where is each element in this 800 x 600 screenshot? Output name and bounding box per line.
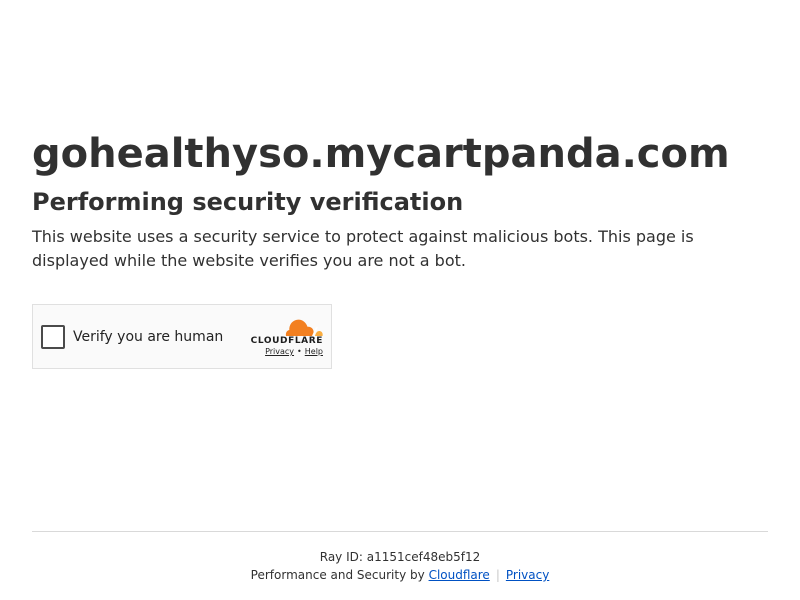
cloudflare-branding: CLOUDFLARE Privacy • Help [245,317,323,357]
cloudflare-cloud-icon [285,319,323,336]
verification-heading: Performing security verification [32,188,464,216]
footer-separator: | [495,568,500,582]
performance-text: Performance and Security by [250,568,425,582]
cloudflare-wordmark: CLOUDFLARE [250,336,323,346]
verification-description: This website uses a security service to … [32,227,694,270]
ray-id-label: Ray ID: [319,550,363,564]
verify-checkbox[interactable] [41,325,65,349]
footer-privacy-link[interactable]: Privacy [506,568,549,582]
footer-line: Performance and Security by Cloudflare | P… [0,567,800,583]
ray-id-value: a1151cef48eb5f12 [366,550,481,564]
turnstile-widget: Verify you are human CLOUDFLARE Privacy •… [32,304,332,369]
challenge-page: gohealthyso.mycartpanda.com Performing s… [0,0,800,600]
footer-cloudflare-link[interactable]: Cloudflare [429,568,490,582]
footer-divider [32,531,768,532]
ray-id-line: Ray ID: a1151cef48eb5f12 [0,549,800,565]
verify-label[interactable]: Verify you are human [73,328,223,346]
widget-help-link[interactable]: Help [305,347,323,356]
widget-privacy-link[interactable]: Privacy [265,347,294,356]
site-domain-title: gohealthyso.mycartpanda.com [32,131,730,177]
widget-link-separator: • [297,347,302,356]
widget-links: Privacy • Help [265,347,323,356]
main-content: gohealthyso.mycartpanda.com Performing s… [32,128,768,273]
